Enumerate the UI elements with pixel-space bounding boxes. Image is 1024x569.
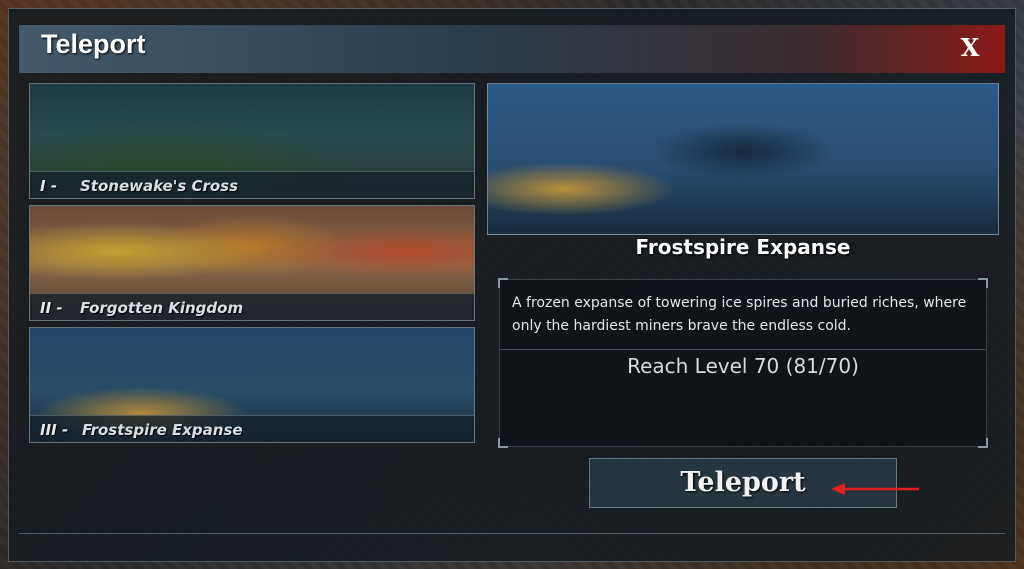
location-info-panel: A frozen expanse of towering ice spires …	[498, 278, 988, 448]
corner-decoration	[978, 438, 988, 448]
location-label-bar: I - Stonewake's Cross	[30, 171, 474, 198]
title-bar: Teleport X	[19, 25, 1005, 73]
location-label-bar: III - Frostspire Expanse	[30, 415, 474, 442]
location-name: Stonewake's Cross	[80, 177, 239, 195]
location-card-frostspire-expanse[interactable]: III - Frostspire Expanse	[29, 327, 475, 443]
location-card-stonewakes-cross[interactable]: I - Stonewake's Cross	[29, 83, 475, 199]
close-icon[interactable]: X	[955, 33, 985, 63]
location-numeral: II -	[40, 299, 63, 317]
location-numeral: I -	[40, 177, 58, 195]
teleport-dialog: Teleport X I - Stonewake's Cross II - Fo…	[8, 8, 1016, 562]
footer-divider	[19, 533, 1005, 534]
location-card-forgotten-kingdom[interactable]: II - Forgotten Kingdom	[29, 205, 475, 321]
corner-decoration	[498, 438, 508, 448]
red-arrow-icon	[831, 483, 919, 495]
corner-decoration	[498, 278, 508, 288]
location-label-bar: II - Forgotten Kingdom	[30, 293, 474, 320]
level-requirement: Reach Level 70 (81/70)	[627, 354, 859, 378]
dialog-title: Teleport	[41, 29, 146, 59]
location-name: Forgotten Kingdom	[80, 299, 244, 317]
location-numeral: III -	[40, 421, 69, 439]
info-divider	[500, 349, 986, 350]
corner-decoration	[978, 278, 988, 288]
selected-location-preview	[487, 83, 999, 235]
location-name: Frostspire Expanse	[82, 421, 243, 439]
location-description: A frozen expanse of towering ice spires …	[512, 295, 967, 334]
selected-location-title: Frostspire Expanse	[635, 235, 851, 259]
